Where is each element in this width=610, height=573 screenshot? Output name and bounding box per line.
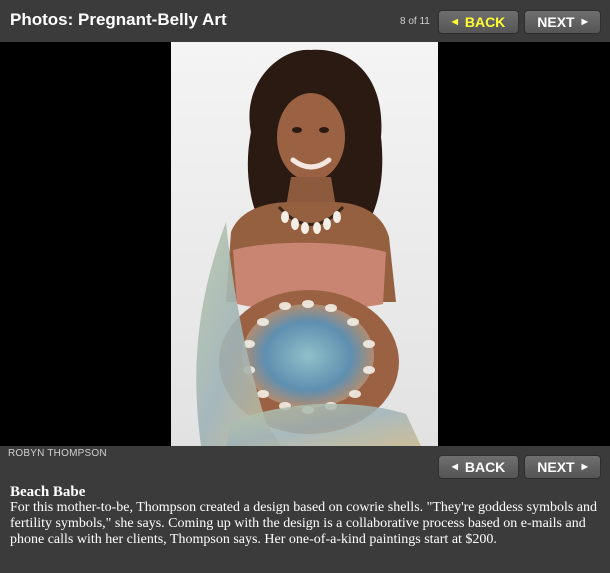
caption-text: For this mother-to-be, Thompson created …	[10, 500, 598, 547]
gallery-header: Photos: Pregnant-Belly Art 8 of 11 ◀ BAC…	[0, 0, 610, 42]
back-button-label: BACK	[464, 14, 506, 30]
pregnant-belly-art-image	[171, 42, 438, 446]
photo-credit: ROBYN THOMPSON	[8, 448, 107, 459]
next-button-label: NEXT	[537, 459, 575, 475]
slide-counter: 8 of 11	[400, 16, 430, 27]
right-arrow-icon: ▶	[581, 17, 588, 26]
photo-stage	[0, 42, 610, 446]
back-button-top[interactable]: ◀ BACK	[438, 10, 519, 34]
gallery-photo[interactable]	[171, 42, 438, 446]
back-button-bottom[interactable]: ◀ BACK	[438, 455, 519, 479]
left-arrow-icon: ◀	[451, 462, 458, 471]
gallery-title: Photos: Pregnant-Belly Art	[10, 10, 227, 29]
back-button-label: BACK	[464, 459, 506, 475]
right-arrow-icon: ▶	[581, 462, 588, 471]
next-button-label: NEXT	[537, 14, 575, 30]
caption-title: Beach Babe	[10, 484, 86, 500]
left-arrow-icon: ◀	[451, 17, 458, 26]
next-button-top[interactable]: NEXT ▶	[524, 10, 601, 34]
next-button-bottom[interactable]: NEXT ▶	[524, 455, 601, 479]
